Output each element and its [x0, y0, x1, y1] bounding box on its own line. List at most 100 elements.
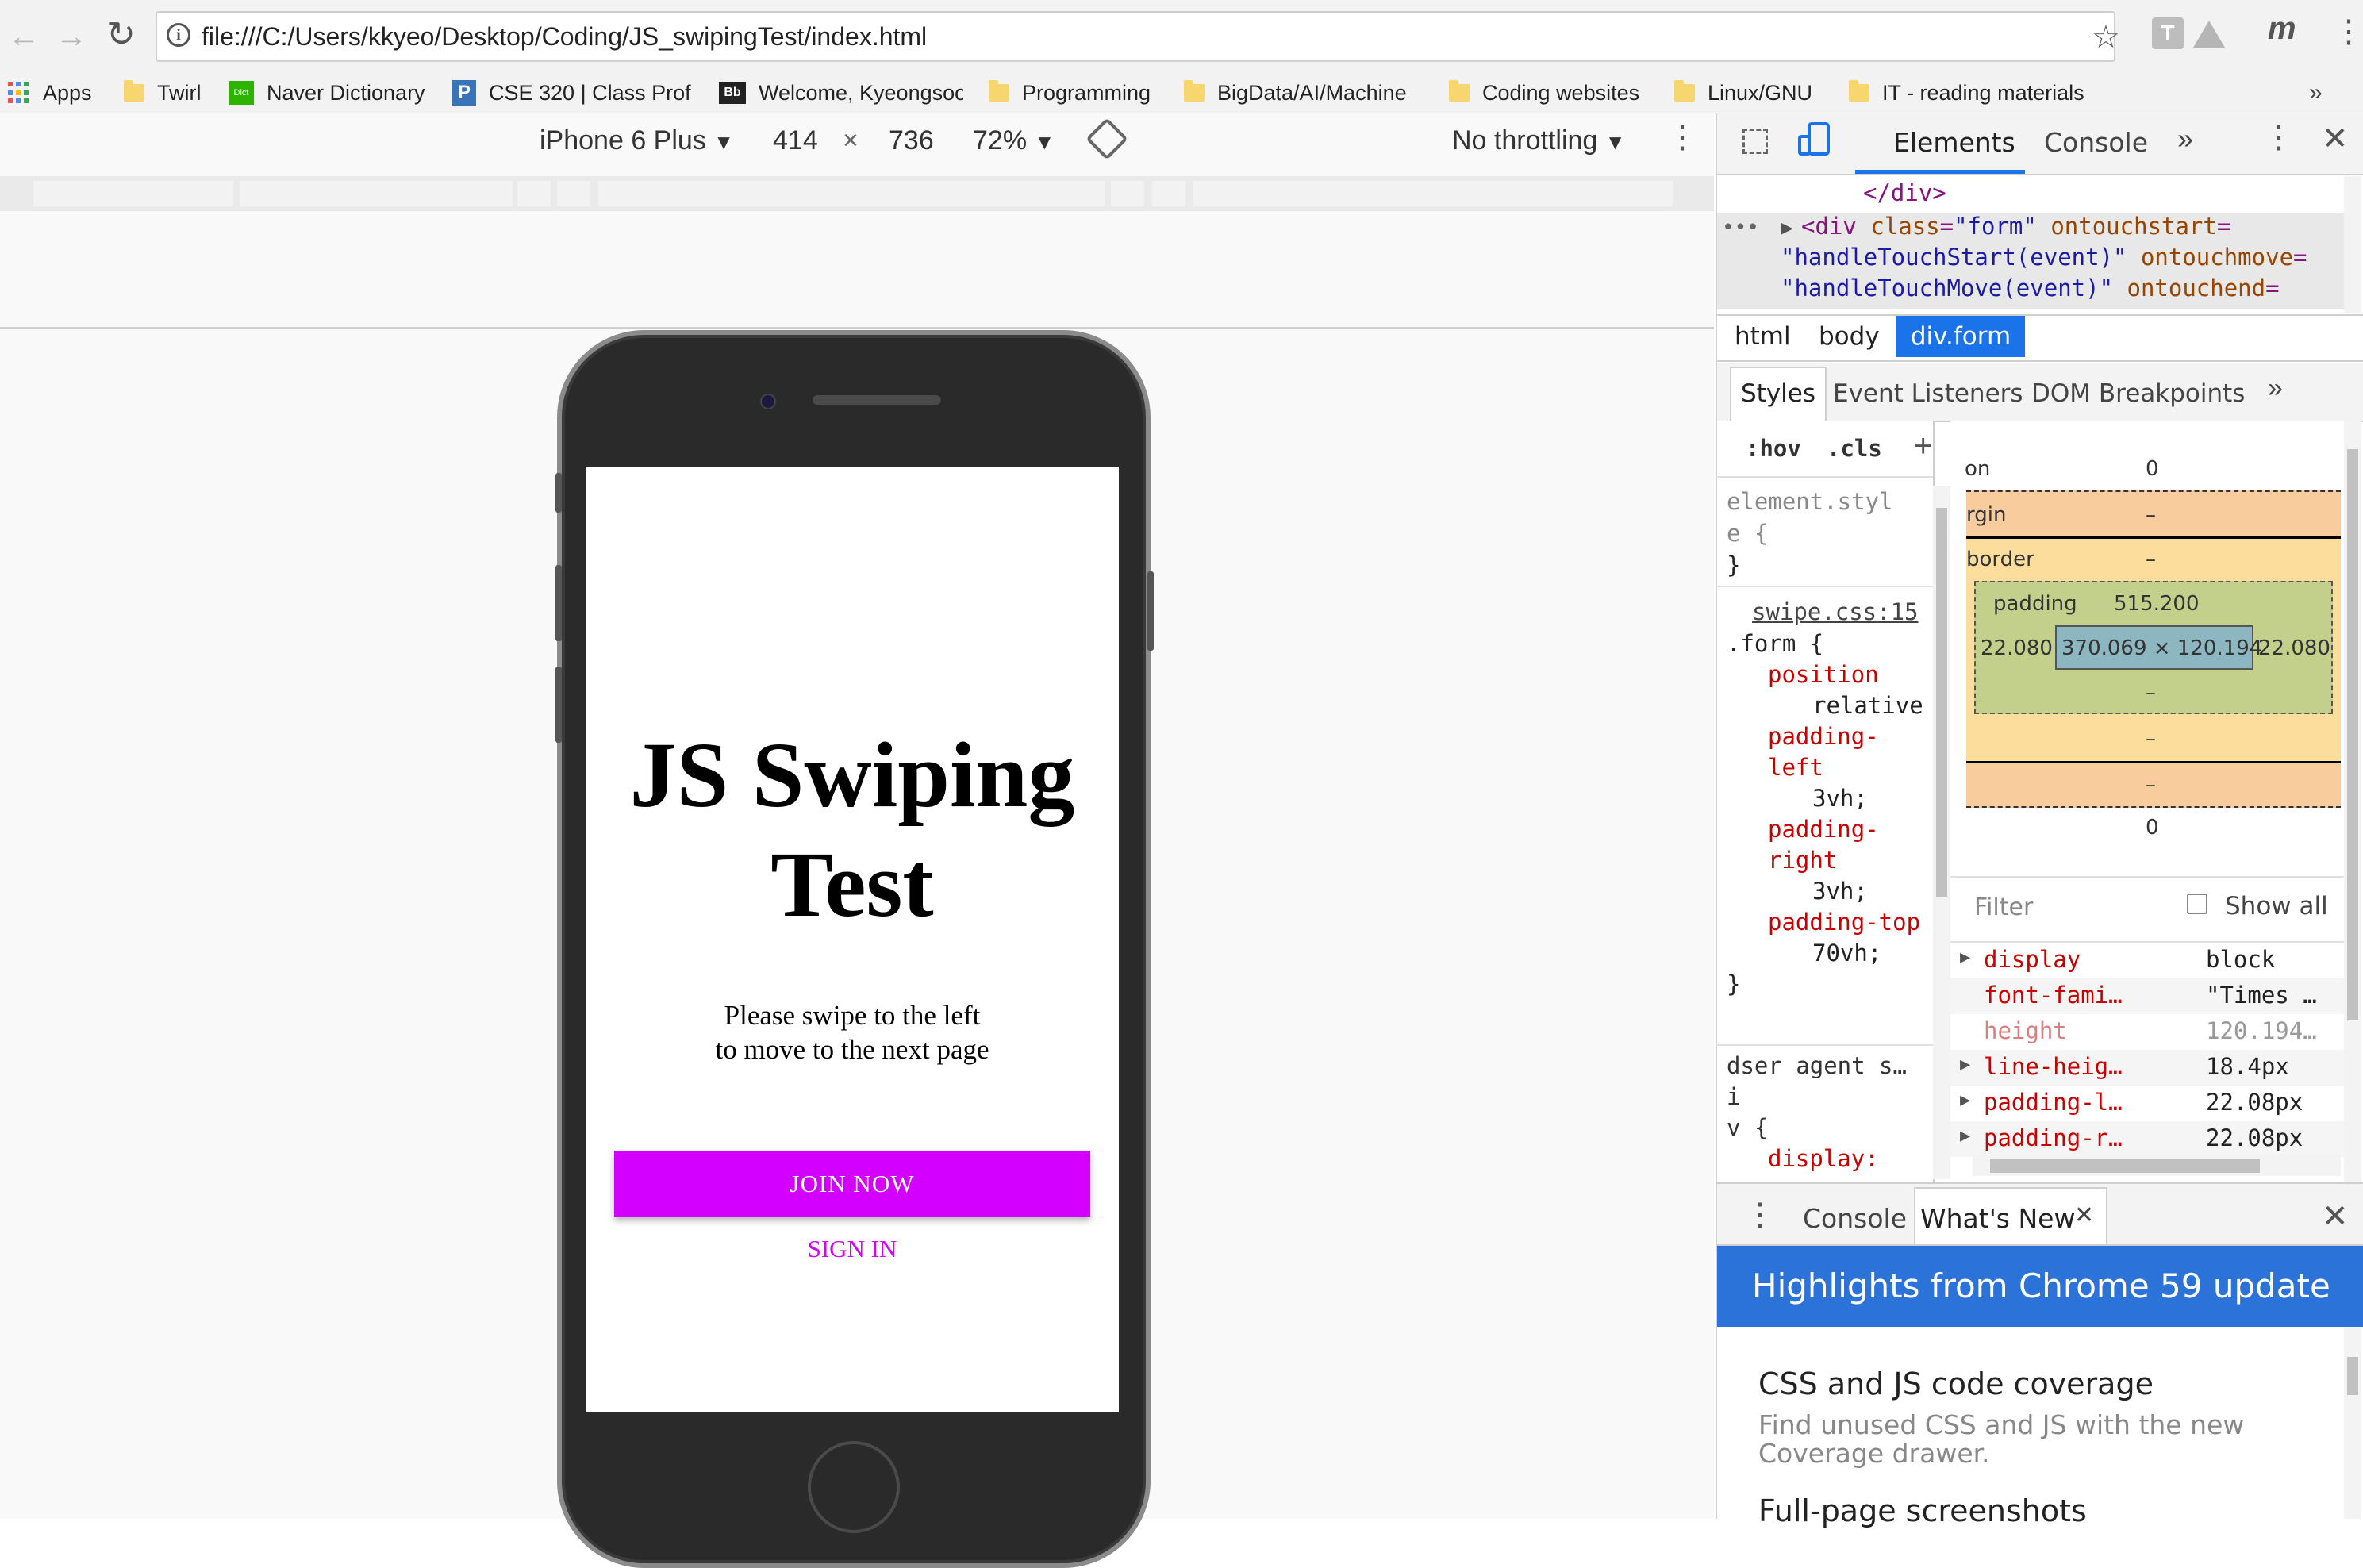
border-top-value[interactable]: –	[2146, 548, 2156, 571]
expand-triangle-icon[interactable]: ▶	[1960, 1090, 1970, 1110]
close-drawer-icon[interactable]: ✕	[2322, 1198, 2349, 1235]
more-tabs-icon[interactable]: »	[2177, 122, 2193, 156]
add-rule-icon[interactable]: +	[1914, 429, 1932, 464]
filter-input[interactable]: Filter	[1974, 894, 2033, 921]
bookmarks-overflow-icon[interactable]: »	[2309, 73, 2323, 113]
bookmark-bigdata[interactable]: BigData/AI/Machine	[1184, 73, 1414, 113]
reload-button[interactable]: ↻	[106, 17, 136, 52]
device-toggle-icon[interactable]	[1798, 122, 1831, 157]
tab-event-listeners[interactable]: Event Listeners	[1833, 379, 2023, 408]
content-dimensions[interactable]: 370.069 × 120.194	[2061, 636, 2262, 660]
form-css-rule[interactable]: .form { position relative padding-left 3…	[1727, 628, 1933, 1000]
expand-triangle-icon[interactable]: ▶	[1960, 1055, 1970, 1074]
news-scrollbar[interactable]	[2344, 1327, 2361, 1519]
tab-console[interactable]: Console	[2044, 127, 2148, 158]
hov-toggle[interactable]: :hov	[1746, 435, 1801, 462]
device-select[interactable]: iPhone 6 Plus ▼	[540, 125, 734, 156]
tab-dom-breakpoints[interactable]: DOM Breakpoints	[2031, 379, 2245, 408]
zoom-select[interactable]: 72% ▼	[973, 125, 1055, 156]
cls-toggle[interactable]: .cls	[1827, 435, 1882, 462]
browser-menu-icon[interactable]: ⋮	[2333, 14, 2363, 49]
breadcrumb-body[interactable]: body	[1819, 322, 1880, 351]
styles-divider	[1716, 1044, 1933, 1046]
user-agent-rule: dser agent s… i v { display:	[1727, 1052, 1907, 1172]
padding-label: padding	[1993, 592, 2077, 616]
inspect-element-icon[interactable]	[1742, 129, 1768, 154]
drawer-tab-console[interactable]: Console	[1803, 1203, 1907, 1234]
device-height-input[interactable]: 736	[889, 125, 934, 156]
styles-divider	[1716, 476, 1933, 478]
computed-row[interactable]: ▶ padding-r… 22.08px	[1950, 1121, 2344, 1157]
computed-scrollbar-thumb[interactable]	[2347, 449, 2358, 1020]
horizontal-scrollbar-thumb[interactable]	[1990, 1159, 2260, 1173]
bookmark-it-reading[interactable]: IT - reading materials	[1849, 73, 2084, 113]
throttling-select[interactable]: No throttling ▼	[1452, 125, 1626, 156]
computed-row[interactable]: ▶ line-heig… 18.4px	[1950, 1050, 2344, 1086]
forward-button[interactable]: →	[56, 19, 87, 54]
computed-row[interactable]: ▶ padding-l… 22.08px	[1950, 1086, 2344, 1121]
breadcrumb-html[interactable]: html	[1735, 322, 1791, 351]
computed-row[interactable]: height 120.194…	[1950, 1014, 2344, 1050]
css-source-link[interactable]: swipe.css:15	[1752, 598, 1919, 625]
news-item-title[interactable]: Full-page screenshots	[1758, 1493, 2087, 1528]
apps-grid-icon	[8, 82, 30, 104]
bookmark-apps[interactable]: Apps	[8, 73, 92, 113]
styles-scrollbar-thumb[interactable]	[1936, 508, 1947, 897]
close-tab-icon[interactable]: ✕	[2074, 1201, 2094, 1229]
bookmark-programming[interactable]: Programming	[989, 73, 1151, 113]
element-style-rule[interactable]: element.styl e { }	[1727, 486, 1893, 581]
expand-triangle-icon[interactable]: ▶	[1960, 1126, 1970, 1146]
close-devtools-icon[interactable]: ✕	[2322, 121, 2349, 157]
extension-t-icon[interactable]: T	[2152, 17, 2184, 49]
bookmark-star-icon[interactable]: ☆	[2092, 19, 2120, 56]
padding-right-value[interactable]: 22.080	[2258, 636, 2330, 660]
ellipsis-icon[interactable]: •••	[1722, 216, 1759, 240]
computed-row[interactable]: ▶ display block	[1950, 943, 2344, 978]
dom-line-3: "handleTouchMove(event)" ontouchend=	[1781, 275, 2280, 302]
bookmark-twirl[interactable]: Twirl	[124, 73, 202, 113]
bookmark-linux[interactable]: Linux/GNU	[1674, 73, 1812, 113]
sign-in-link[interactable]: SIGN IN	[586, 1235, 1119, 1263]
device-more-icon[interactable]: ⋮	[1666, 119, 1698, 156]
devtools-menu-icon[interactable]: ⋮	[2263, 119, 2295, 156]
position-bottom-value[interactable]: 0	[2146, 816, 2159, 840]
border-bottom-value[interactable]: –	[2146, 727, 2156, 751]
tab-elements[interactable]: Elements	[1893, 127, 2015, 158]
news-scrollbar-thumb[interactable]	[2347, 1357, 2358, 1395]
expand-triangle-icon[interactable]: ▶	[1781, 216, 1793, 240]
padding-left-value[interactable]: 22.080	[1981, 636, 2053, 660]
margin-bottom-value[interactable]: –	[2146, 773, 2156, 797]
blackboard-icon: Bb	[719, 82, 746, 104]
google-drive-icon[interactable]	[2193, 21, 2225, 48]
join-now-button[interactable]: JOIN NOW	[614, 1151, 1090, 1217]
device-width-input[interactable]: 414	[773, 125, 818, 156]
media-query-ruler[interactable]	[0, 176, 1714, 211]
bookmark-coding-websites[interactable]: Coding websites	[1449, 73, 1639, 113]
news-item-description: Find unused CSS and JS with the new Cove…	[1758, 1409, 2245, 1469]
bookmark-naver-dictionary[interactable]: Dict Naver Dictionary	[229, 73, 425, 113]
drawer-tab-whats-new[interactable]: What's New	[1920, 1203, 2075, 1234]
drawer-menu-icon[interactable]: ⋮	[1744, 1197, 1776, 1233]
position-top-value[interactable]: 0	[2146, 457, 2159, 481]
breadcrumb-div-form[interactable]: div.form	[1896, 316, 2025, 357]
tab-styles[interactable]: Styles	[1741, 379, 1815, 408]
caret-down-icon: ▼	[1604, 130, 1626, 154]
address-bar[interactable]: i file:///C:/Users/kkyeo/Desktop/Coding/…	[156, 11, 2120, 62]
bookmark-cse320[interactable]: P CSE 320 | Class Profilе	[452, 73, 692, 113]
padding-top-value[interactable]: 515.200	[2114, 592, 2200, 616]
computed-row[interactable]: font-fami… "Times …	[1950, 978, 2344, 1014]
dom-scrollbar[interactable]	[2344, 176, 2361, 313]
extension-m-icon[interactable]: m	[2268, 11, 2296, 47]
piazza-icon: P	[452, 80, 476, 106]
news-item-title[interactable]: CSS and JS code coverage	[1758, 1366, 2154, 1401]
info-icon[interactable]: i	[167, 23, 190, 47]
speaker-grille	[813, 395, 941, 405]
show-all-checkbox[interactable]	[2187, 894, 2207, 914]
bookmark-blackboard[interactable]: Bb Welcome, Kyeongsoo	[719, 73, 963, 113]
more-subtabs-icon[interactable]: »	[2268, 373, 2283, 404]
expand-triangle-icon[interactable]: ▶	[1960, 947, 1970, 967]
padding-bottom-value[interactable]: –	[2146, 681, 2156, 705]
back-button[interactable]: ←	[8, 19, 40, 54]
breadcrumb: html body	[1717, 314, 2363, 362]
margin-top-value[interactable]: –	[2146, 503, 2156, 527]
